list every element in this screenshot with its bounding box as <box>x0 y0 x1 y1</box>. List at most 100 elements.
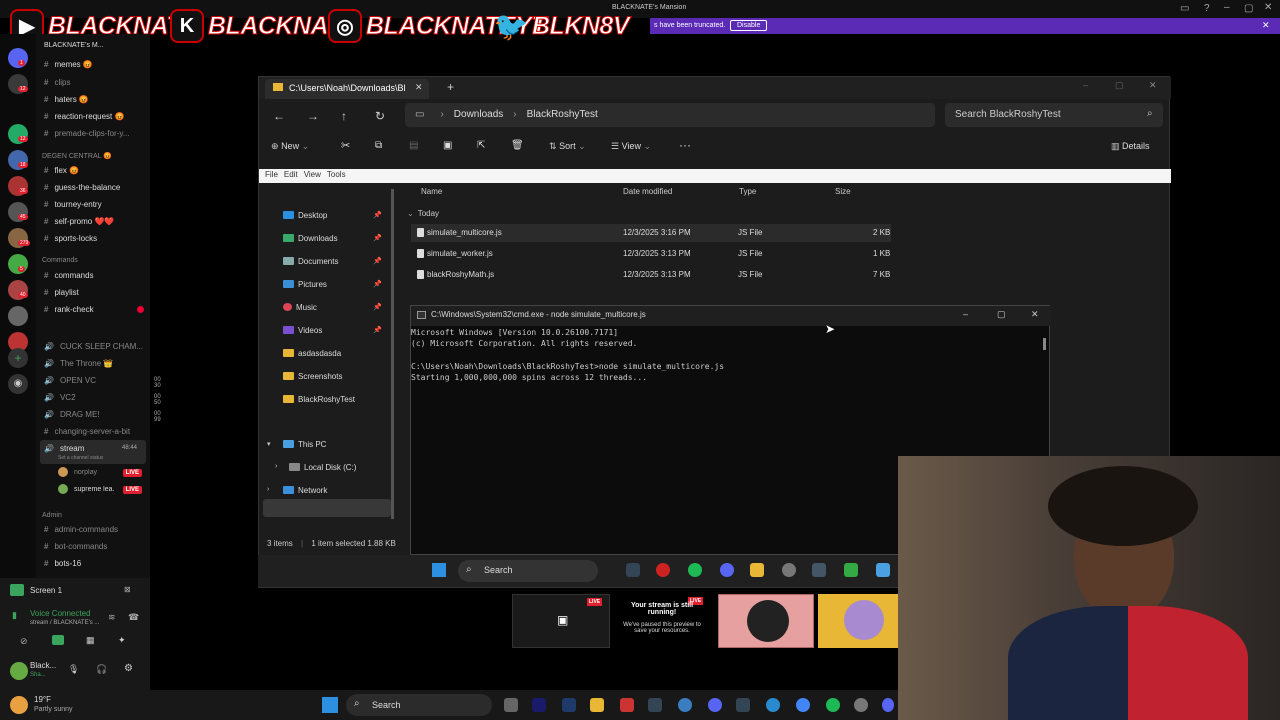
search-input[interactable]: Search BlackRoshyTest ⌕ <box>945 103 1163 127</box>
maximize-icon[interactable]: ▢ <box>1244 3 1253 14</box>
notepad-icon[interactable] <box>876 563 890 577</box>
nav-documents[interactable]: Documents <box>283 257 338 266</box>
voice-user-supreme[interactable]: supreme lea... <box>74 486 114 493</box>
chrome-icon[interactable] <box>796 698 810 712</box>
disable-button[interactable]: Disable <box>730 20 768 31</box>
opera-icon[interactable] <box>656 563 670 577</box>
settings-gear-icon[interactable]: ⚙ <box>124 663 133 674</box>
channel-changing-server[interactable]: # changing-server-a-bit <box>44 427 148 436</box>
cmd-scrollbar[interactable] <box>1043 338 1046 350</box>
app-icon[interactable] <box>854 698 868 712</box>
close-notice-icon[interactable]: ✕ <box>1262 20 1270 31</box>
channel-sports-locks[interactable]: # sports-locks <box>44 234 148 243</box>
group-today[interactable]: ⌄ Today <box>407 209 439 218</box>
category-commands[interactable]: Commands <box>42 257 78 264</box>
channel-commands[interactable]: # commands <box>44 271 148 280</box>
paused-preview[interactable]: LIVE Your stream is still running! We've… <box>614 594 710 648</box>
close-tab-icon[interactable]: ✕ <box>415 82 423 93</box>
maximize-icon[interactable]: ▢ <box>997 309 1006 320</box>
chevron-right-icon[interactable]: › <box>267 486 269 493</box>
discord-icon[interactable] <box>720 563 734 577</box>
forward-icon[interactable]: → <box>307 109 319 123</box>
photoshop-icon[interactable] <box>562 698 576 712</box>
server-icon[interactable] <box>8 306 28 326</box>
voice-the-throne[interactable]: 🔊 The Throne 👑 <box>44 359 148 368</box>
new-tab-icon[interactable]: + <box>447 80 454 94</box>
weather-desc[interactable]: Partly sunny <box>34 706 73 713</box>
column-type[interactable]: Type <box>739 187 756 196</box>
minimize-icon[interactable]: – <box>1224 2 1230 13</box>
channel-tourney-entry[interactable]: # tourney-entry <box>44 200 148 209</box>
steam-icon[interactable] <box>736 698 750 712</box>
spotify-icon[interactable] <box>826 698 840 712</box>
nav-downloads[interactable]: Downloads <box>283 234 338 243</box>
voice-channel-path[interactable]: stream / BLACKNATE's ... <box>30 620 99 626</box>
stream-thumbnail[interactable]: ▣ LIVE <box>512 594 610 648</box>
sort-button[interactable]: ⇅ Sort ⌄ <box>549 141 586 152</box>
task-view-icon[interactable] <box>504 698 518 712</box>
menu-file[interactable]: File <box>265 170 278 179</box>
voice-cuck-sleep[interactable]: 🔊 CUCK SLEEP CHAM... <box>44 342 148 351</box>
channel-clips[interactable]: # clips <box>44 78 148 87</box>
paste-icon[interactable]: ▤ <box>409 140 418 151</box>
stream-thumbnail[interactable] <box>718 594 814 648</box>
discord-icon[interactable] <box>708 698 722 712</box>
voice-vc2[interactable]: 🔊 VC2 <box>44 393 114 402</box>
channel-reaction-request[interactable]: # reaction-request 😡 <box>44 112 148 121</box>
nav-music[interactable]: Music <box>283 303 317 312</box>
minimize-icon[interactable]: – <box>1083 80 1088 90</box>
voice-user-norplay[interactable]: norplay <box>74 469 114 476</box>
nav-videos[interactable]: Videos <box>283 326 322 335</box>
noise-icon[interactable]: ≋ <box>108 612 116 623</box>
channel-playlist[interactable]: # playlist <box>44 288 148 297</box>
channel-rank-check[interactable]: # rank-check <box>44 305 148 314</box>
windows-start-icon[interactable] <box>322 697 338 713</box>
category-admin[interactable]: Admin <box>42 512 62 519</box>
breadcrumb-current[interactable]: BlackRoshyTest <box>527 109 598 120</box>
chevron-right-icon[interactable]: › <box>275 463 277 470</box>
back-icon[interactable]: ← <box>273 109 285 123</box>
category-degen-central[interactable]: DEGEN CENTRAL 😡 <box>42 152 112 160</box>
explorer-tab[interactable]: C:\Users\Noah\Downloads\Bl <box>265 79 429 99</box>
windows-start-icon[interactable] <box>432 563 446 577</box>
nav-local-disk[interactable]: Local Disk (C:) <box>289 463 356 472</box>
nav-network[interactable]: Network <box>283 486 327 495</box>
nav-desktop[interactable]: Desktop <box>283 211 327 220</box>
app-icon[interactable] <box>620 698 634 712</box>
share-icon[interactable]: ⇱ <box>477 140 485 151</box>
column-size[interactable]: Size <box>835 187 851 196</box>
rename-icon[interactable]: ▣ <box>443 140 452 151</box>
settings-icon[interactable] <box>782 563 796 577</box>
close-icon[interactable]: ✕ <box>1264 2 1272 13</box>
nav-pictures[interactable]: Pictures <box>283 280 327 289</box>
close-window-icon[interactable]: ✕ <box>1149 80 1157 91</box>
minimize-icon[interactable]: – <box>963 309 968 319</box>
app-icon[interactable] <box>844 563 858 577</box>
disconnect-icon[interactable]: ☎ <box>128 612 139 623</box>
cut-icon[interactable]: ✂ <box>341 139 350 152</box>
file-row[interactable]: blackRoshyMath.js 12/3/2025 3:13 PM JS F… <box>411 266 891 284</box>
breadcrumb-downloads[interactable]: Downloads <box>454 109 503 120</box>
channel-self-promo[interactable]: # self-promo ❤️❤️ <box>44 217 148 226</box>
channel-guess-the-balance[interactable]: # guess-the-balance <box>44 183 148 192</box>
channel-bots-16[interactable]: # bots-16 <box>44 559 148 568</box>
channel-bot-commands[interactable]: # bot-commands <box>44 542 148 551</box>
nav-screenshots[interactable]: Screenshots <box>283 372 342 381</box>
weather-icon[interactable] <box>10 696 28 714</box>
premiere-icon[interactable] <box>532 698 546 712</box>
channel-admin-commands[interactable]: # admin-commands <box>44 525 148 534</box>
close-icon[interactable]: ✕ <box>1031 309 1039 320</box>
more-options-icon[interactable]: ··· <box>679 138 691 152</box>
server-name[interactable]: BLACKNATE's M... <box>44 42 148 49</box>
app-icon[interactable] <box>812 563 826 577</box>
activities-icon[interactable]: ▦ <box>86 635 95 646</box>
up-icon[interactable]: ↑ <box>341 109 347 123</box>
voice-drag-me[interactable]: 🔊 DRAG ME! <box>44 410 114 419</box>
file-explorer-icon[interactable] <box>750 563 764 577</box>
file-explorer-icon[interactable] <box>590 698 604 712</box>
discover-icon[interactable]: ◉ <box>8 374 28 394</box>
taskbar-search[interactable]: ⌕ Search <box>458 560 598 582</box>
channel-memes[interactable]: # memes 😡 <box>44 60 148 69</box>
address-bar[interactable]: ▭ › Downloads › BlackRoshyTest <box>405 103 935 127</box>
mic-icon[interactable]: 🎙 <box>68 664 79 675</box>
